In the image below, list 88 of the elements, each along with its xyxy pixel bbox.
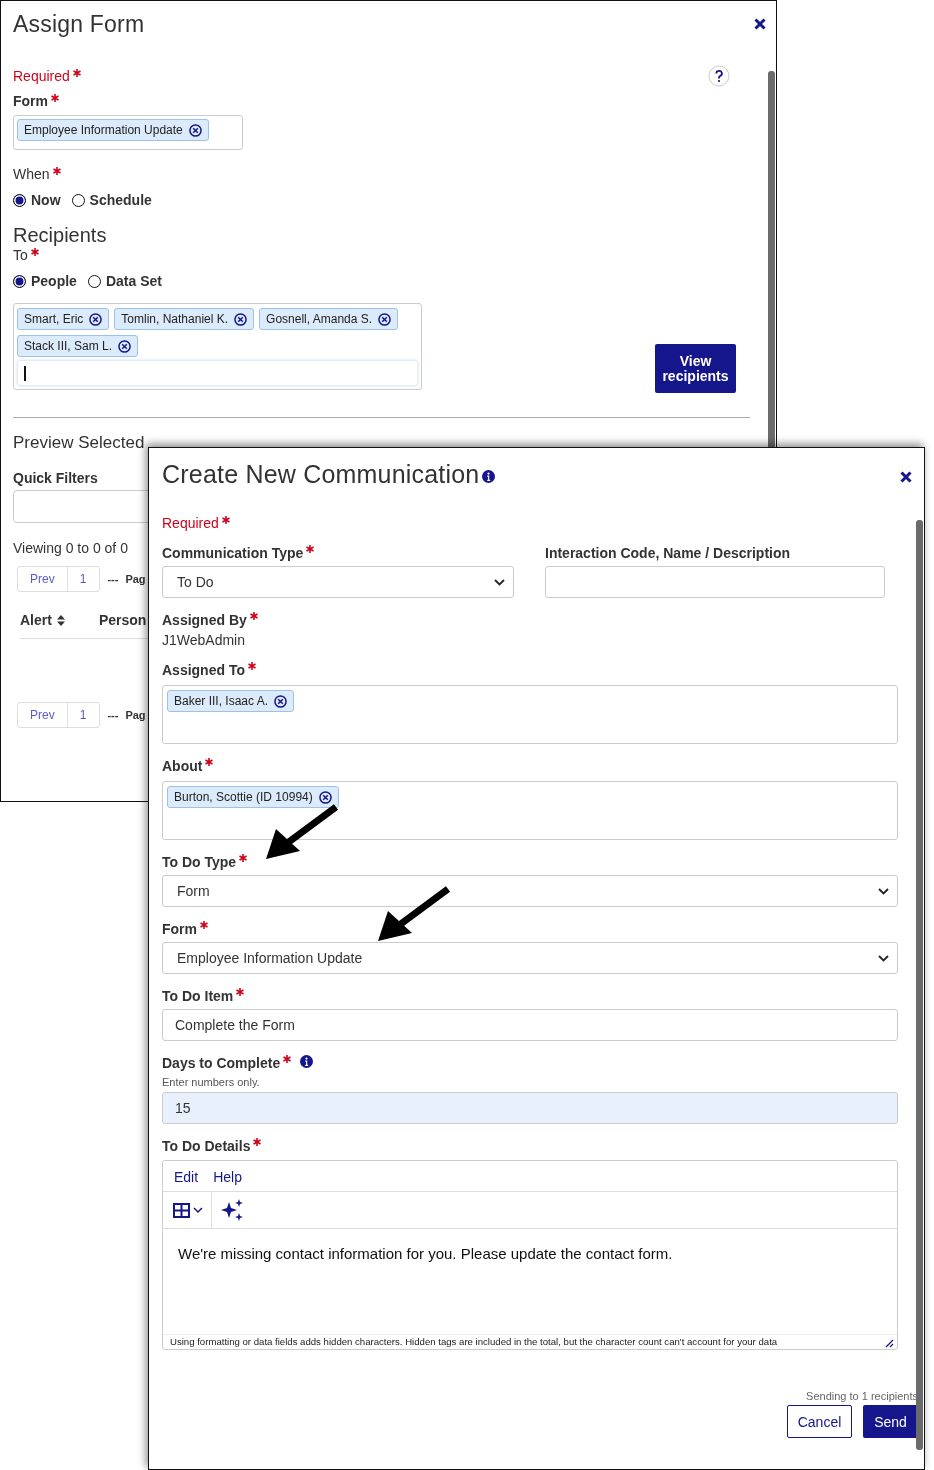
remove-icon[interactable]: [274, 694, 288, 708]
field-label: Assigned By: [162, 611, 247, 629]
remove-icon[interactable]: [378, 312, 392, 326]
tag-label: Burton, Scottie (ID 10994): [174, 790, 313, 804]
chevron-down-icon: [494, 578, 505, 586]
field-label: To Do Item: [162, 987, 234, 1005]
radio-button[interactable]: [71, 193, 85, 207]
table-icon: [173, 1202, 190, 1218]
dropdown-select[interactable]: Employee Information Update: [162, 942, 898, 974]
close-icon[interactable]: [754, 18, 766, 30]
message-body[interactable]: We're missing contact information for you. Please update the contact form.: [163, 1229, 897, 1334]
page-separator: ---: [107, 709, 119, 721]
page-separator: ---: [107, 573, 119, 585]
column-header[interactable]: Person: [98, 612, 147, 628]
radio-button[interactable]: [13, 274, 26, 288]
field-label: Form: [162, 920, 197, 938]
required-asterisk-icon: [72, 69, 81, 77]
field-label: Form: [13, 93, 48, 109]
radio-label: People: [31, 273, 77, 289]
info-icon[interactable]: [482, 470, 496, 483]
tag-label: Tomlin, Nathaniel K.: [121, 312, 229, 326]
column-header[interactable]: Alert: [20, 612, 65, 628]
remove-icon[interactable]: [188, 123, 202, 137]
field-label: Assigned To: [162, 661, 245, 679]
field-label: When: [13, 166, 50, 182]
help-icon[interactable]: [708, 65, 730, 87]
section-heading: Preview Selected: [13, 433, 146, 453]
field-label: Interaction Code, Name / Description: [545, 544, 791, 562]
page-label: Pag: [125, 709, 146, 721]
field-label: About: [162, 757, 203, 775]
field-label: Days to Complete: [162, 1054, 281, 1072]
chevron-down-icon: [878, 887, 889, 895]
assigned-by-value: J1WebAdmin: [162, 632, 246, 648]
tag-label: Employee Information Update: [24, 123, 183, 137]
field-label: To Do Type: [162, 853, 237, 871]
chevron-down-icon: [193, 1206, 203, 1214]
required-note: Required: [13, 68, 70, 84]
tag-label: Gosnell, Amanda S.: [266, 312, 373, 326]
field-hint: Enter numbers only.: [162, 1076, 261, 1088]
close-icon[interactable]: [900, 470, 912, 483]
send-button[interactable]: Send: [863, 1405, 918, 1438]
form-picker[interactable]: Employee Information Update: [13, 115, 243, 150]
remove-icon[interactable]: [118, 339, 132, 353]
field-label: Quick Filters: [13, 470, 98, 486]
menu-item[interactable]: Edit: [174, 1169, 199, 1185]
prev-page-link[interactable]: Prev: [18, 567, 67, 591]
section-heading: Recipients: [13, 224, 108, 247]
sparkle-icon[interactable]: [220, 1198, 244, 1222]
days-field[interactable]: 15: [162, 1092, 898, 1124]
radio-label: Now: [31, 192, 61, 208]
field-label: To: [13, 247, 28, 263]
radio-label: Data Set: [105, 273, 162, 289]
dropdown-select[interactable]: Form: [162, 875, 898, 907]
resize-handle-icon[interactable]: [885, 1339, 894, 1348]
scrollbar[interactable]: [916, 520, 923, 1450]
remove-icon[interactable]: [234, 312, 248, 326]
character-count-note: Using formatting or data fields adds hidden characters. Hidden tags are included in the total, but the character count can't account for your data: [170, 1336, 778, 1348]
radio-label: Schedule: [89, 192, 152, 208]
radio-button[interactable]: [87, 274, 101, 288]
field-label: To Do Details: [162, 1137, 251, 1155]
page-label: Pag: [125, 573, 146, 585]
chevron-down-icon: [878, 954, 889, 962]
communication-type-select[interactable]: To Do: [162, 566, 514, 598]
person-picker[interactable]: Baker III, Isaac A.: [162, 685, 898, 744]
cancel-button[interactable]: Cancel: [787, 1405, 852, 1438]
recipients-picker[interactable]: Smart, Eric Tomlin, Nathaniel K. Gosnell, Amanda S. Stack III, Sam L.: [13, 303, 422, 390]
menu-item[interactable]: Help: [213, 1169, 242, 1185]
required-asterisk-icon: [221, 516, 230, 524]
view-recipients-button[interactable]: View recipients: [655, 344, 736, 393]
page-link[interactable]: 1: [66, 567, 100, 591]
info-icon[interactable]: [300, 1055, 314, 1068]
field-label: Communication Type: [162, 544, 304, 562]
results-count: Viewing 0 to 0 of 0: [13, 540, 128, 556]
prev-page-link[interactable]: Prev: [18, 703, 67, 727]
tag-label: Baker III, Isaac A.: [174, 694, 269, 708]
dialog-title: Assign Form: [13, 10, 145, 38]
person-picker[interactable]: Burton, Scottie (ID 10994): [162, 781, 898, 840]
page-link[interactable]: 1: [66, 703, 100, 727]
required-note: Required: [162, 515, 219, 531]
remove-icon[interactable]: [318, 790, 332, 804]
text-cursor: [24, 365, 26, 381]
remove-icon[interactable]: [89, 312, 103, 326]
to-do-item-field[interactable]: Complete the Form: [162, 1009, 898, 1041]
interaction-field[interactable]: [545, 566, 885, 598]
search-input[interactable]: [17, 360, 418, 386]
tag-label: Stack III, Sam L.: [24, 339, 113, 353]
dialog-title: Create New Communication: [162, 460, 480, 489]
tag-label: Smart, Eric: [24, 312, 84, 326]
